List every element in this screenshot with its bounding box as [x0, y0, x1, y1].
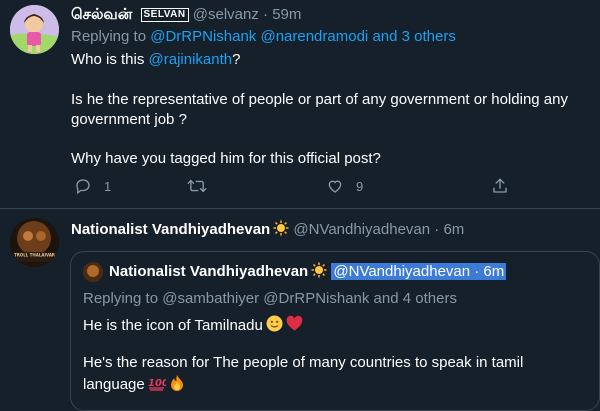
slight-smile-emoji-icon — [266, 315, 283, 336]
quoted-replying-to: Replying to @sambathiyer @DrRPNishank an… — [83, 290, 457, 307]
quoted-handle-time: @NVandhiyadhevan · 6m — [331, 263, 507, 280]
replying-prefix: Replying to — [71, 28, 147, 45]
tweet2-avatar-caption: TROLL THALAIVAR — [14, 253, 55, 258]
tweet2-time[interactable]: 6m — [443, 221, 464, 238]
tweet1-display-name[interactable]: செல்வன் — [71, 6, 132, 23]
share-icon — [491, 177, 509, 195]
reply-button[interactable]: 1 — [74, 175, 111, 197]
hundred-points-emoji-icon: 100 — [148, 375, 169, 395]
tweet2-header: Nationalist Vandhiyadhevan @NVandhiyadhe… — [71, 220, 464, 240]
red-heart-emoji-icon — [286, 315, 303, 336]
fire-emoji-icon — [169, 374, 185, 395]
sun-emoji-icon — [273, 220, 289, 240]
quoted-line3: language 100 — [83, 374, 185, 395]
tweet1-line4: Why have you tagged him for this officia… — [71, 150, 381, 167]
tweet1-line1: Who is this @rajinikanth? — [71, 51, 240, 68]
quoted-header: Nationalist Vandhiyadhevan @NVandhiyadhe… — [109, 262, 507, 282]
reply-icon — [74, 177, 92, 195]
tweet1-header: செல்வன் SELVAN @selvanz · 59m — [71, 6, 301, 26]
tweet1-separator: · — [263, 6, 269, 23]
quoted-line2: He's the reason for The people of many c… — [83, 354, 524, 371]
tweet1-line1-suffix: ? — [232, 51, 241, 68]
quoted-line1-text: He is the icon of Tamilnadu — [83, 317, 263, 334]
retweet-icon — [187, 177, 207, 195]
rajinikanth-mention-link[interactable]: @rajinikanth — [149, 51, 233, 68]
like-count: 9 — [356, 178, 364, 194]
tweet2-avatar[interactable]: TROLL THALAIVAR — [10, 218, 59, 267]
like-icon — [326, 177, 344, 195]
replying-others-link[interactable]: 3 others — [402, 28, 456, 45]
tweet-divider — [0, 208, 600, 209]
share-button[interactable] — [491, 175, 509, 197]
replying-users-link[interactable]: @DrRPNishank @narendramodi — [150, 28, 368, 45]
quoted-avatar — [83, 262, 103, 282]
tweet1-line2: Is he the representative of people or pa… — [71, 91, 568, 108]
like-button[interactable]: 9 — [326, 175, 363, 197]
tweet1-avatar[interactable] — [10, 5, 59, 54]
tweet1-time[interactable]: 59m — [272, 6, 301, 23]
quoted-line3-text: language — [83, 376, 145, 393]
retweet-button[interactable] — [187, 175, 207, 197]
quoted-display-name: Nationalist Vandhiyadhevan — [109, 263, 309, 280]
tweet2-separator: · — [434, 221, 440, 238]
tweet1-name-badge: SELVAN — [140, 8, 189, 22]
reply-count: 1 — [104, 178, 112, 194]
tweet1-line1-text: Who is this — [71, 51, 145, 68]
tweet2-display-name[interactable]: Nationalist Vandhiyadhevan — [71, 221, 270, 238]
sun-emoji-icon — [311, 262, 327, 282]
tweet1-handle[interactable]: @selvanz — [193, 6, 259, 23]
tweet1-line3: government job ? — [71, 111, 187, 128]
quoted-line1: He is the icon of Tamilnadu — [83, 315, 303, 336]
tweet1-action-bar: 1 9 — [71, 175, 511, 199]
replying-and: and — [372, 28, 398, 45]
tweet2-handle[interactable]: @NVandhiyadhevan — [293, 221, 430, 238]
tweet1-replying-to: Replying to @DrRPNishank @narendramodi a… — [71, 28, 456, 45]
